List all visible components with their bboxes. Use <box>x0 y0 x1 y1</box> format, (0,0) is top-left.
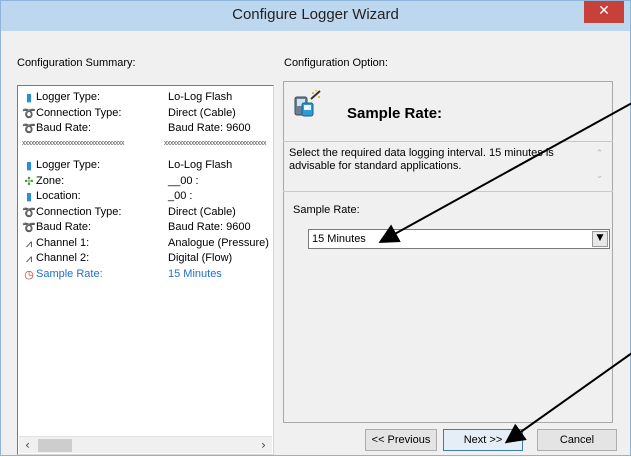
description-scrollbar[interactable]: ⌃ ⌄ <box>591 143 608 189</box>
option-heading: Sample Rate: <box>347 105 443 122</box>
summary-row-label: Logger Type: <box>36 91 101 103</box>
summary-row-label: Channel 2: <box>36 252 90 264</box>
summary-row-value: __00 : <box>168 174 199 187</box>
channel-icon: ⩘ <box>25 252 33 265</box>
sample-rate-wizard-icon <box>294 89 321 117</box>
divider <box>283 141 613 142</box>
summary-separator: xxxxxxxxxxxxxxxxxxxxxxxxxxxxxxxxxx <box>164 140 267 147</box>
cable-icon: ➰ <box>22 122 36 135</box>
title-bar[interactable]: Configure Logger Wizard ✕ <box>1 1 630 31</box>
logger-icon: ▮ <box>25 159 33 172</box>
summary-separator: xxxxxxxxxxxxxxxxxxxxxxxxxxxxxxxxxx <box>22 140 125 147</box>
summary-row-value: Baud Rate: 9600 <box>168 122 251 134</box>
summary-row-label: Baud Rate: <box>36 122 92 134</box>
summary-row-value: Baud Rate: 9600 <box>168 221 251 233</box>
summary-row-label: Connection Type: <box>36 106 122 119</box>
summary-row-value: Digital (Flow) <box>168 252 233 264</box>
scroll-thumb[interactable] <box>38 439 72 452</box>
dropdown-arrow-icon[interactable]: ▼ <box>592 231 608 247</box>
configuration-option-panel <box>283 81 613 423</box>
summary-row-value: Direct (Cable) <box>168 205 236 218</box>
sample-rate-selected-value: 15 Minutes <box>312 233 366 245</box>
window-title: Configure Logger Wizard <box>232 6 399 23</box>
summary-row-label: Logger Type: <box>36 159 101 171</box>
configuration-option-label: Configuration Option: <box>284 57 388 69</box>
configuration-summary-list[interactable]: ▮ Logger Type: Lo-Log Flash ➰ Connection Typ… <box>17 85 274 455</box>
close-button[interactable]: ✕ <box>584 1 624 23</box>
summary-row-value: Lo-Log Flash <box>168 91 233 103</box>
zone-icon: ✣ <box>24 174 34 188</box>
sample-rate-field-label: Sample Rate: <box>293 204 360 216</box>
next-button[interactable]: Next >> <box>443 429 523 451</box>
divider <box>283 191 613 192</box>
cable-icon: ➰ <box>22 205 36 219</box>
scroll-down-icon[interactable]: ⌄ <box>591 169 608 183</box>
summary-row-label: Baud Rate: <box>36 221 92 233</box>
summary-row-value: Lo-Log Flash <box>168 159 233 171</box>
summary-row-label: Sample Rate: <box>36 267 103 280</box>
summary-row-value: Direct (Cable) <box>168 106 236 119</box>
summary-row-value: Analogue (Pressure) <box>168 236 269 249</box>
sample-rate-select[interactable]: 15 Minutes ▼ <box>308 229 610 249</box>
scroll-left-icon[interactable]: ‹ <box>19 437 36 454</box>
cable-icon: ➰ <box>22 106 36 120</box>
configuration-summary-label: Configuration Summary: <box>17 57 136 69</box>
summary-row-label: Channel 1: <box>36 236 90 249</box>
scroll-right-icon[interactable]: › <box>255 437 272 454</box>
summary-row-label: Connection Type: <box>36 205 122 218</box>
previous-button[interactable]: << Previous <box>365 429 437 451</box>
summary-row-label: Zone: <box>36 174 65 187</box>
cancel-button[interactable]: Cancel <box>537 429 617 451</box>
summary-row-label: Location: <box>36 190 81 202</box>
logger-icon: ▮ <box>25 91 33 104</box>
scroll-up-icon[interactable]: ⌃ <box>591 147 608 161</box>
option-description: Select the required data logging interva… <box>289 147 554 172</box>
logger-icon: ▮ <box>25 190 33 203</box>
summary-row-value: _00 : <box>168 190 193 202</box>
wizard-window: Configure Logger Wizard ✕ Configuration … <box>0 0 631 456</box>
horizontal-scrollbar[interactable]: ‹ › <box>19 436 272 453</box>
channel-icon: ⩘ <box>25 236 33 250</box>
cable-icon: ➰ <box>22 221 36 234</box>
clock-icon: ◷ <box>24 267 34 281</box>
summary-row-value: 15 Minutes <box>168 267 222 280</box>
